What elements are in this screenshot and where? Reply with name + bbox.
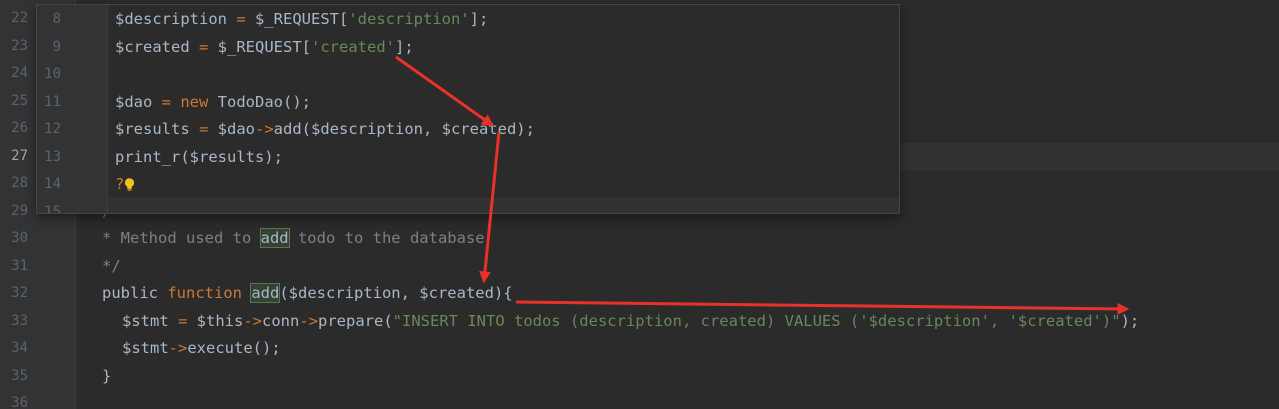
popup-line-number: 11 <box>44 94 61 110</box>
code-token: prepare( <box>318 312 393 330</box>
php-close-token: ? <box>115 175 125 193</box>
popup-code-line-12[interactable]: $results = $dao->add($description, $crea… <box>115 116 535 144</box>
line-number: 33 <box>11 313 28 329</box>
line-number: 32 <box>11 285 28 301</box>
popup-code-line-9[interactable]: $created = $_REQUEST['created']; <box>115 34 414 62</box>
line-number: 24 <box>11 65 28 81</box>
operator-token: = <box>178 312 197 330</box>
code-line-30[interactable]: * Method used to add todo to the databas… <box>102 225 485 253</box>
code-token: $created <box>115 38 199 56</box>
line-number: 28 <box>11 175 28 191</box>
code-token: $stmt <box>122 339 169 357</box>
code-token: } <box>102 367 112 385</box>
line-number: 36 <box>11 395 28 409</box>
code-line-32[interactable]: public function add($description, $creat… <box>102 280 513 308</box>
code-token: ); <box>1120 312 1140 330</box>
line-number: 30 <box>11 230 28 246</box>
code-preview-popup[interactable]: 8 9 10 11 12 13 14 15 $description = $_R… <box>36 4 900 214</box>
method-name-highlight: add <box>250 283 281 303</box>
code-token: add($description, $created); <box>273 120 535 138</box>
code-token: $results <box>115 120 199 138</box>
popup-line-number: 15 <box>44 204 61 214</box>
line-number: 31 <box>11 258 28 274</box>
line-number: 29 <box>11 203 28 219</box>
comment-text: todo to the database <box>288 229 485 247</box>
operator-token: = <box>236 10 255 28</box>
popup-line-number: 14 <box>44 176 61 192</box>
popup-code-line-8[interactable]: $description = $_REQUEST['description']; <box>115 6 488 34</box>
popup-code-line-14[interactable]: ? <box>115 171 135 199</box>
code-line-34[interactable]: $stmt->execute(); <box>122 335 281 363</box>
string-token: 'description' <box>348 10 470 28</box>
code-token: $description <box>115 10 237 28</box>
code-token: $dao <box>217 120 255 138</box>
code-token: ]; <box>469 10 489 28</box>
line-number: 25 <box>11 93 28 109</box>
code-token: conn <box>262 312 300 330</box>
line-number: 34 <box>11 340 28 356</box>
arrow-token: -> <box>299 312 319 330</box>
code-token: $_REQUEST[ <box>255 10 349 28</box>
operator-token: = <box>199 38 218 56</box>
operator-token: = <box>161 93 181 111</box>
keyword-token: function <box>167 284 252 302</box>
line-number: 23 <box>11 38 28 54</box>
code-line-33[interactable]: $stmt = $this->conn->prepare("INSERT INT… <box>122 308 1139 336</box>
popup-line-number: 8 <box>52 11 61 27</box>
popup-line-highlight <box>108 198 899 213</box>
arrow-token: -> <box>255 120 274 138</box>
code-token: public <box>102 284 168 302</box>
line-number: 26 <box>11 120 28 136</box>
arrow-token: -> <box>168 339 188 357</box>
arrow-token: -> <box>243 312 263 330</box>
popup-line-number: 9 <box>52 39 61 55</box>
code-line-35[interactable]: } <box>102 363 111 391</box>
operator-token: = <box>199 120 218 138</box>
search-highlight: add <box>259 228 290 248</box>
string-token: "INSERT INTO todos (description, created… <box>392 312 1121 330</box>
line-number: 35 <box>11 368 28 384</box>
popup-line-gutter: 8 9 10 11 12 13 14 15 <box>37 5 108 213</box>
code-token: execute(); <box>187 339 281 357</box>
code-token: ]; <box>395 38 414 56</box>
line-number-current: 27 <box>11 148 28 164</box>
popup-code-line-13[interactable]: print_r($results); <box>115 144 283 172</box>
code-token: ($description, $created){ <box>279 284 513 302</box>
code-token: $stmt <box>122 312 178 330</box>
popup-code-line-11[interactable]: $dao = new TodoDao(); <box>115 89 311 117</box>
line-number: 22 <box>11 10 28 26</box>
code-line-31[interactable]: */ <box>102 253 121 281</box>
code-token: $dao <box>115 93 162 111</box>
code-token: print_r($results); <box>115 148 283 166</box>
code-token: $_REQUEST[ <box>217 38 311 56</box>
string-token: 'created' <box>311 38 395 56</box>
code-token: TodoDao(); <box>217 93 311 111</box>
comment-text: */ <box>102 257 121 275</box>
lightbulb-icon[interactable] <box>124 173 135 191</box>
popup-line-number: 10 <box>44 66 61 82</box>
popup-line-number: 13 <box>44 149 61 165</box>
keyword-token: new <box>180 93 218 111</box>
comment-text: * Method used to <box>102 229 261 247</box>
popup-line-number: 12 <box>44 121 61 137</box>
code-token: $this <box>196 312 244 330</box>
